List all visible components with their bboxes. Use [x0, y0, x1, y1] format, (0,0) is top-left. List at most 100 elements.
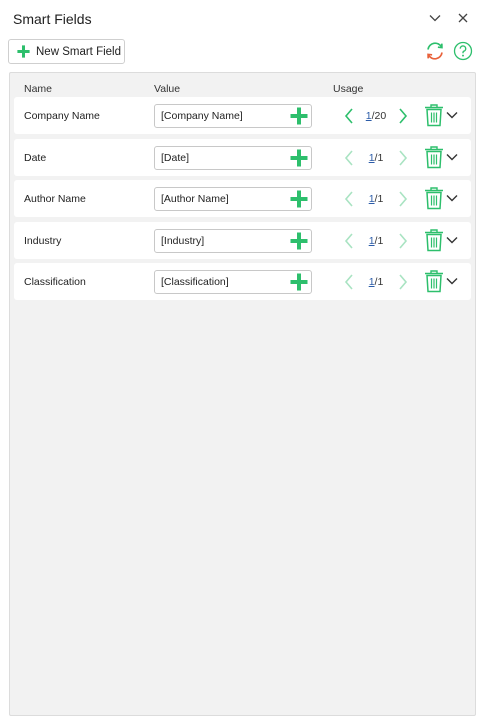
close-icon — [458, 13, 468, 23]
field-name: Industry — [24, 235, 62, 247]
plus-icon — [17, 45, 30, 58]
previous-usage-button[interactable] — [339, 231, 359, 251]
usage-counter: 1/20 — [359, 110, 393, 122]
table-row: Industry 1/1 — [14, 222, 471, 259]
collapse-button[interactable] — [426, 9, 444, 27]
usage-navigator: 1/1 — [339, 272, 413, 292]
usage-total: /20 — [371, 110, 387, 122]
chevron-right-icon — [399, 108, 408, 124]
field-name: Author Name — [24, 193, 86, 205]
window-title: Smart Fields — [13, 11, 92, 27]
chevron-down-icon — [446, 154, 458, 161]
usage-navigator: 1/20 — [339, 106, 413, 126]
close-button[interactable] — [454, 9, 472, 27]
trash-icon — [425, 146, 443, 169]
field-name: Company Name — [24, 110, 100, 122]
expand-row-button[interactable] — [445, 233, 459, 247]
delete-field-button[interactable] — [424, 186, 444, 210]
expand-row-button[interactable] — [445, 274, 459, 288]
chevron-left-icon — [344, 233, 353, 249]
chevron-right-icon — [399, 233, 408, 249]
field-value-box — [154, 187, 312, 211]
table-row: Date 1/1 — [14, 139, 471, 176]
previous-usage-button[interactable] — [339, 148, 359, 168]
title-bar: Smart Fields — [0, 0, 482, 38]
plus-icon — [290, 190, 308, 208]
field-value-box — [154, 146, 312, 170]
next-usage-button[interactable] — [393, 231, 413, 251]
usage-counter: 1/1 — [359, 235, 393, 247]
column-header-usage: Usage — [333, 83, 364, 95]
field-value-input[interactable] — [155, 271, 287, 293]
delete-field-button[interactable] — [424, 103, 444, 127]
refresh-button[interactable] — [424, 40, 446, 62]
insert-field-button[interactable] — [287, 188, 311, 210]
plus-icon — [290, 149, 308, 167]
usage-total: /1 — [374, 276, 384, 288]
usage-counter: 1/1 — [359, 276, 393, 288]
chevron-left-icon — [344, 150, 353, 166]
column-header-name: Name — [24, 83, 53, 95]
next-usage-button[interactable] — [393, 106, 413, 126]
smart-fields-panel: Name Value Usage Company Name 1/20 — [9, 72, 476, 716]
field-value-box — [154, 104, 312, 128]
chevron-right-icon — [399, 274, 408, 290]
refresh-icon — [427, 42, 443, 60]
table-row: Company Name 1/20 — [14, 97, 471, 134]
toolbar-right — [424, 40, 474, 62]
plus-icon — [290, 107, 308, 125]
field-value-input[interactable] — [155, 230, 287, 252]
chevron-right-icon — [399, 150, 408, 166]
trash-icon — [425, 187, 443, 210]
plus-icon — [290, 232, 308, 250]
chevron-down-icon — [446, 278, 458, 285]
previous-usage-button[interactable] — [339, 272, 359, 292]
new-smart-field-button[interactable]: New Smart Field — [8, 39, 125, 64]
trash-icon — [425, 229, 443, 252]
usage-total: /1 — [374, 193, 384, 205]
next-usage-button[interactable] — [393, 148, 413, 168]
delete-field-button[interactable] — [424, 228, 444, 252]
chevron-left-icon — [344, 108, 353, 124]
usage-navigator: 1/1 — [339, 189, 413, 209]
field-value-input[interactable] — [155, 188, 287, 210]
usage-navigator: 1/1 — [339, 148, 413, 168]
plus-icon — [290, 273, 308, 291]
toolbar: New Smart Field — [8, 39, 474, 65]
expand-row-button[interactable] — [445, 108, 459, 122]
insert-field-button[interactable] — [287, 271, 311, 293]
chevron-left-icon — [344, 191, 353, 207]
table-row: Author Name 1/1 — [14, 180, 471, 217]
expand-row-button[interactable] — [445, 191, 459, 205]
previous-usage-button[interactable] — [339, 106, 359, 126]
usage-total: /1 — [374, 152, 384, 164]
delete-field-button[interactable] — [424, 269, 444, 293]
chevron-down-icon — [446, 112, 458, 119]
field-value-box — [154, 270, 312, 294]
insert-field-button[interactable] — [287, 147, 311, 169]
next-usage-button[interactable] — [393, 272, 413, 292]
previous-usage-button[interactable] — [339, 189, 359, 209]
field-value-input[interactable] — [155, 105, 287, 127]
field-value-input[interactable] — [155, 147, 287, 169]
usage-total: /1 — [374, 235, 384, 247]
expand-row-button[interactable] — [445, 150, 459, 164]
help-button[interactable] — [452, 40, 474, 62]
title-controls — [426, 9, 472, 27]
usage-counter: 1/1 — [359, 152, 393, 164]
next-usage-button[interactable] — [393, 189, 413, 209]
table-row: Classification 1/1 — [14, 263, 471, 300]
usage-navigator: 1/1 — [339, 231, 413, 251]
chevron-down-icon — [446, 195, 458, 202]
insert-field-button[interactable] — [287, 230, 311, 252]
field-name: Date — [24, 152, 47, 164]
help-icon — [453, 41, 473, 61]
delete-field-button[interactable] — [424, 145, 444, 169]
usage-counter: 1/1 — [359, 193, 393, 205]
insert-field-button[interactable] — [287, 105, 311, 127]
trash-icon — [425, 104, 443, 127]
chevron-left-icon — [344, 274, 353, 290]
chevron-right-icon — [399, 191, 408, 207]
chevron-down-icon — [429, 15, 441, 22]
field-name: Classification — [24, 276, 86, 288]
